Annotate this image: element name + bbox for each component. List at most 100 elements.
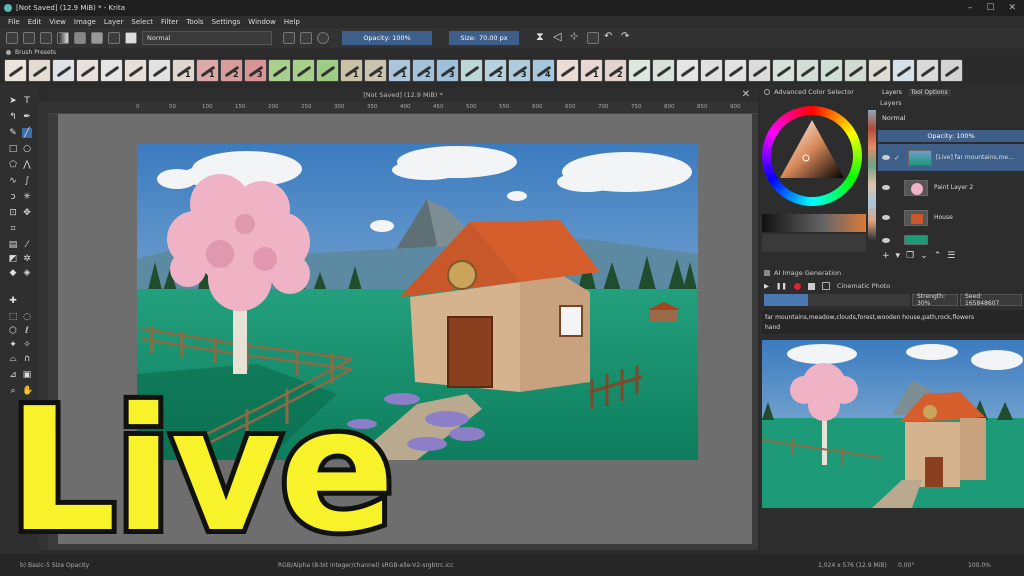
brush-preset-8[interactable]: 1	[172, 58, 195, 82]
menu-select[interactable]: Select	[131, 18, 153, 26]
brush-preset-33[interactable]	[772, 58, 795, 82]
polygonal-select-icon[interactable]: ⬡	[8, 326, 18, 336]
brush-preset-34[interactable]	[796, 58, 819, 82]
move-layer-down-icon[interactable]: ⌄	[920, 251, 928, 261]
layer-opacity-slider[interactable]: Opacity: 100%	[878, 130, 1024, 142]
brush-preset-16[interactable]: 2	[364, 58, 387, 82]
move-icon[interactable]: ✥	[22, 208, 32, 218]
freehand-select-icon[interactable]: ℓ	[22, 326, 32, 336]
brush-preset-21[interactable]: 2	[484, 58, 507, 82]
brush-preset-9[interactable]: 1	[196, 58, 219, 82]
brush-preset-7[interactable]	[148, 58, 171, 82]
close-document-icon[interactable]: ✕	[742, 88, 750, 102]
color-history-bar[interactable]	[762, 214, 866, 232]
play-icon[interactable]: ▶	[764, 282, 769, 290]
tab-layers[interactable]: Layers	[882, 89, 902, 96]
color-wheel[interactable]	[762, 106, 866, 210]
brush-preset-31[interactable]	[724, 58, 747, 82]
elliptical-select-icon[interactable]: ◌	[22, 312, 32, 322]
minimize-button[interactable]: –	[968, 3, 973, 13]
brush-preset-39[interactable]	[916, 58, 939, 82]
brush-preset-26[interactable]: 2	[604, 58, 627, 82]
open-document-icon[interactable]	[23, 32, 35, 44]
brush-preset-35[interactable]	[820, 58, 843, 82]
visibility-eye-icon[interactable]	[882, 185, 890, 190]
menu-window[interactable]: Window	[248, 18, 276, 26]
freehand-brush-icon[interactable]: ✎	[8, 128, 18, 138]
menu-settings[interactable]: Settings	[212, 18, 241, 26]
brush-preset-23[interactable]: 4	[532, 58, 555, 82]
brush-preset-27[interactable]	[628, 58, 651, 82]
new-document-icon[interactable]	[6, 32, 18, 44]
tab-tool-options[interactable]: Tool Options	[907, 88, 951, 96]
brush-preset-22[interactable]: 3	[508, 58, 531, 82]
magnetic-select-icon[interactable]: ∩	[22, 354, 32, 364]
opacity-slider[interactable]: Opacity: 100%	[342, 31, 432, 45]
brush-preset-12[interactable]	[268, 58, 291, 82]
menu-image[interactable]: Image	[74, 18, 96, 26]
menu-file[interactable]: File	[8, 18, 20, 26]
pattern-icon[interactable]	[74, 32, 86, 44]
panel-settings-icon[interactable]	[764, 89, 770, 95]
select-shapes-icon[interactable]: ➤	[8, 96, 18, 106]
ellipse-tool-icon[interactable]: ○	[22, 144, 32, 154]
document-tab[interactable]: [Not Saved] (12.9 MiB) * ✕	[48, 88, 758, 102]
wrap-around-icon[interactable]: ⊹	[570, 32, 582, 44]
brush-preset-38[interactable]	[892, 58, 915, 82]
save-icon[interactable]	[40, 32, 52, 44]
menu-tools[interactable]: Tools	[186, 18, 203, 26]
layer-row-house[interactable]: House	[878, 204, 1024, 231]
seed-field[interactable]: Seed: 165848607	[960, 293, 1022, 307]
brush-preset-4[interactable]	[76, 58, 99, 82]
brush-preset-18[interactable]: 2	[412, 58, 435, 82]
menu-layer[interactable]: Layer	[104, 18, 124, 26]
add-layer-icon[interactable]: +	[882, 251, 890, 261]
brush-preset-icon[interactable]	[125, 32, 137, 44]
ai-prompt-input[interactable]: far mountains,meadow,clouds,forest,woode…	[762, 310, 1024, 334]
menu-view[interactable]: View	[49, 18, 66, 26]
layer-row-background[interactable]	[878, 232, 1024, 248]
brush-preset-2[interactable]	[28, 58, 51, 82]
polyline-tool-icon[interactable]: ⋀	[22, 160, 32, 170]
pause-icon[interactable]: ❚❚	[776, 282, 787, 290]
brush-preset-36[interactable]	[844, 58, 867, 82]
bezier-select-icon[interactable]: ⌓	[8, 354, 18, 364]
ai-style-select[interactable]: Cinematic Photo	[837, 282, 890, 290]
brush-preset-32[interactable]	[748, 58, 771, 82]
gradient-tool-icon[interactable]: ▤	[8, 240, 18, 250]
brush-preset-1[interactable]	[4, 58, 27, 82]
assistant-tool-icon[interactable]: ✚	[8, 296, 18, 306]
brush-preset-15[interactable]: 1	[340, 58, 363, 82]
zoom-status[interactable]: 100.0%	[968, 562, 991, 569]
brush-preset-14[interactable]	[316, 58, 339, 82]
duplicate-layer-icon[interactable]: ❐	[906, 251, 914, 261]
size-slider[interactable]: Size: 70.00 px	[449, 31, 519, 45]
preserve-alpha-icon[interactable]	[300, 32, 312, 44]
ai-preview-image[interactable]	[762, 340, 1024, 508]
text-tool-icon[interactable]: T	[22, 96, 32, 106]
fill-tool-icon[interactable]: ◆	[8, 268, 18, 278]
edit-shapes-icon[interactable]: ↰	[8, 112, 18, 122]
menu-help[interactable]: Help	[284, 18, 300, 26]
close-window-button[interactable]: ✕	[1008, 3, 1016, 13]
rectangle-tool-icon[interactable]: □	[8, 144, 18, 154]
color-sampler-icon[interactable]: ⁄	[22, 240, 32, 250]
layer-row-live[interactable]: ✓ [Live] far mountains,me...	[878, 144, 1024, 171]
gradient-icon[interactable]	[57, 32, 69, 44]
polygon-tool-icon[interactable]: ⬠	[8, 160, 18, 170]
color-slider-bar[interactable]	[762, 234, 866, 252]
color-triangle[interactable]	[762, 106, 862, 206]
layer-blend-mode[interactable]: Normal	[878, 112, 1024, 124]
brush-preset-37[interactable]	[868, 58, 891, 82]
enclose-fill-icon[interactable]: ◈	[22, 268, 32, 278]
mirror-vertical-icon[interactable]: ◁	[553, 31, 565, 44]
smart-patch-icon[interactable]: ✲	[22, 254, 32, 264]
mirror-horizontal-icon[interactable]: ⧗	[536, 31, 548, 44]
contiguous-select-icon[interactable]: ✦	[8, 340, 18, 350]
line-tool-icon[interactable]: ╱	[22, 128, 32, 138]
menu-edit[interactable]: Edit	[28, 18, 42, 26]
freehand-path-icon[interactable]: ∫	[22, 176, 32, 186]
rectangular-select-icon[interactable]: ⬚	[8, 312, 18, 322]
visibility-eye-icon[interactable]	[882, 215, 890, 220]
visibility-eye-icon[interactable]	[882, 237, 890, 243]
